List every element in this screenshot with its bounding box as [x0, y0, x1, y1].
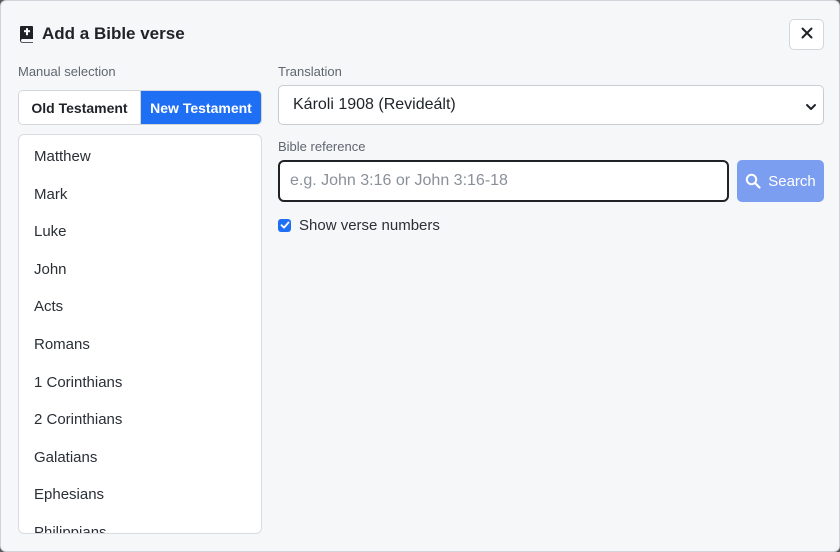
close-button[interactable] [789, 19, 824, 50]
search-icon [745, 173, 761, 189]
translation-label: Translation [278, 64, 342, 79]
bible-book-icon [19, 25, 35, 43]
chevron-down-icon [805, 100, 817, 112]
add-bible-verse-dialog: Add a Bible verse Manual selection Old T… [0, 0, 840, 552]
book-item-1-corinthians[interactable]: 1 Corinthians [19, 364, 261, 402]
book-item-luke[interactable]: Luke [19, 213, 261, 251]
search-button-label: Search [768, 172, 816, 190]
manual-selection-label: Manual selection [18, 64, 116, 79]
search-button[interactable]: Search [737, 160, 824, 202]
show-verse-numbers-checkbox[interactable] [278, 218, 291, 232]
book-list[interactable]: Matthew Mark Luke John Acts Romans 1 Cor… [18, 134, 262, 534]
tab-new-testament[interactable]: New Testament [141, 91, 261, 124]
book-item-romans[interactable]: Romans [19, 326, 261, 364]
close-icon [801, 26, 813, 44]
testament-toggle: Old Testament New Testament [18, 90, 262, 125]
show-verse-numbers-option: Show verse numbers [278, 215, 440, 235]
book-item-john[interactable]: John [19, 251, 261, 289]
book-item-2-corinthians[interactable]: 2 Corinthians [19, 401, 261, 439]
bible-reference-input[interactable] [278, 160, 729, 202]
translation-selected-value: Károli 1908 (Revideált) [293, 96, 456, 113]
book-item-mark[interactable]: Mark [19, 176, 261, 214]
bible-reference-label: Bible reference [278, 139, 366, 154]
book-item-philippians[interactable]: Philippians [19, 514, 261, 533]
show-verse-numbers-label[interactable]: Show verse numbers [299, 217, 440, 234]
book-item-galatians[interactable]: Galatians [19, 439, 261, 477]
tab-old-testament[interactable]: Old Testament [19, 91, 141, 124]
dialog-header: Add a Bible verse [19, 23, 185, 45]
book-item-acts[interactable]: Acts [19, 288, 261, 326]
book-item-matthew[interactable]: Matthew [19, 138, 261, 176]
book-item-ephesians[interactable]: Ephesians [19, 476, 261, 514]
dialog-title: Add a Bible verse [42, 24, 185, 43]
translation-select[interactable]: Károli 1908 (Revideált) [278, 85, 824, 125]
